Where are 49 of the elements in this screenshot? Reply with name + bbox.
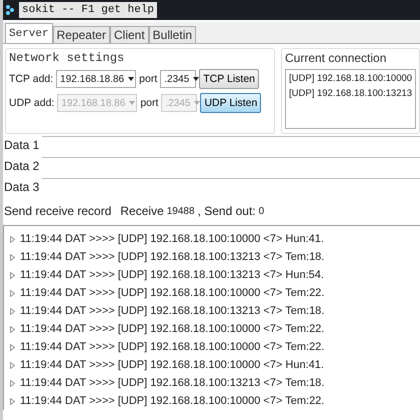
address-dropdown[interactable]: 192.168.18.86 (56, 70, 136, 88)
tab[interactable]: Repeater (52, 26, 110, 43)
data-label: Data 2 (3, 158, 40, 172)
expand-arrow-icon[interactable] (10, 326, 15, 332)
log-entry: 11:19:44 DAT >>>> [UDP] 192.168.18.100:10000 <7> Hun:41. (20, 359, 324, 371)
tab[interactable]: Bulletin (148, 26, 196, 43)
expand-arrow-icon[interactable] (10, 380, 15, 386)
expand-arrow-icon[interactable] (10, 398, 15, 404)
app-icon (5, 4, 15, 16)
log-entry: 11:19:44 DAT >>>> [UDP] 192.168.18.100:10000 <7> Tem:22. (20, 323, 324, 335)
caret-icon (194, 101, 200, 105)
log-entry: 11:19:44 DAT >>>> [UDP] 192.168.18.100:13213 <7> Hun:54. (20, 269, 324, 281)
expand-arrow-icon[interactable] (10, 344, 15, 350)
expand-arrow-icon[interactable] (10, 308, 15, 314)
caret-icon (129, 101, 136, 105)
expand-arrow-icon[interactable] (10, 236, 15, 242)
expand-arrow-icon[interactable] (10, 362, 15, 368)
expand-arrow-icon[interactable] (10, 272, 15, 278)
connection-item[interactable]: [UDP] 192.168.18.100:10000 (289, 73, 412, 84)
tab[interactable]: Server (5, 23, 53, 43)
field-label: TCP add: (9, 73, 54, 85)
log-entry: 11:19:44 DAT >>>> [UDP] 192.168.18.100:10000 <7> Tem:22. (20, 395, 324, 407)
tab[interactable]: Client (110, 26, 149, 43)
caret-icon (193, 77, 200, 81)
expand-arrow-icon[interactable] (10, 254, 15, 260)
receive-label: Receive (120, 204, 164, 218)
port-label: port (139, 73, 158, 85)
window-title: sokit -- F1 get help (19, 2, 158, 18)
send-count: 0 (258, 206, 264, 216)
record-title: Send receive record (4, 204, 112, 218)
port-dropdown[interactable]: .2345 (160, 70, 196, 88)
log-entry: 11:19:44 DAT >>>> [UDP] 192.168.18.100:13213 <7> Tem:18. (20, 377, 324, 389)
receive-count: 19488 (166, 206, 195, 216)
data-label: Data 1 (3, 138, 40, 152)
field-label: UDP add: (9, 97, 54, 109)
listen-button[interactable]: TCP Listen (199, 69, 260, 89)
group-title: Current connection (285, 51, 388, 65)
log-entry: 11:19:44 DAT >>>> [UDP] 192.168.18.100:10000 <7> Hun:41. (20, 233, 324, 245)
log-entry: 11:19:44 DAT >>>> [UDP] 192.168.18.100:13213 <7> Tem:18. (20, 305, 324, 317)
group-title: Network settings (9, 51, 126, 65)
log-entry: 11:19:44 DAT >>>> [UDP] 192.168.18.100:13213 <7> Tem:18. (20, 251, 324, 263)
expand-arrow-icon[interactable] (10, 290, 15, 296)
send-label: , Send out: (198, 204, 256, 218)
log-entry: 11:19:44 DAT >>>> [UDP] 192.168.18.100:10000 <7> Tem:22. (20, 341, 324, 353)
data-label: Data 3 (3, 180, 40, 194)
port-label: port (140, 97, 158, 109)
connection-item[interactable]: [UDP] 192.168.18.100:13213 (289, 88, 412, 99)
caret-icon (128, 77, 134, 81)
log-entry: 11:19:44 DAT >>>> [UDP] 192.168.18.100:10000 <7> Tem:22. (20, 287, 324, 299)
